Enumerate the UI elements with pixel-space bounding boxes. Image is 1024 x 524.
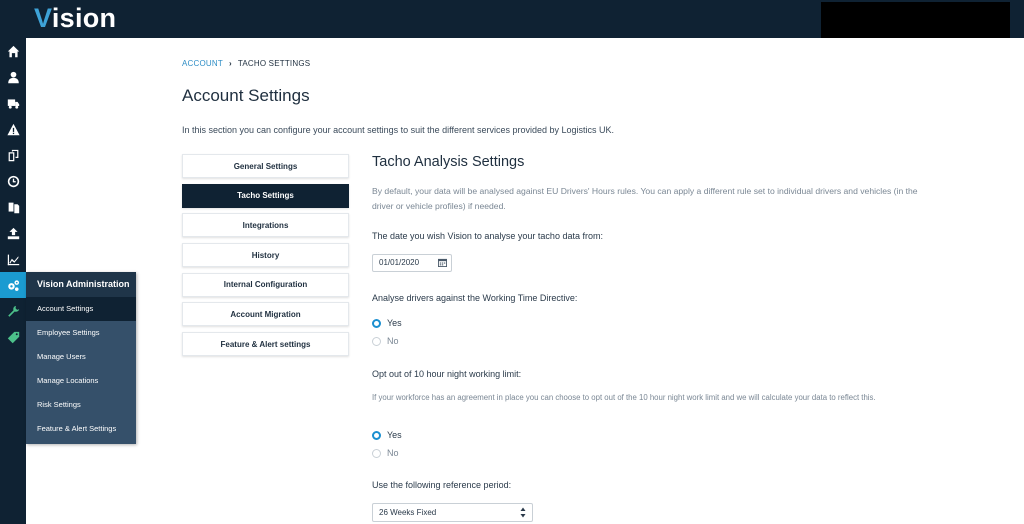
gears-icon[interactable] [0, 272, 26, 298]
wtd-label: Analyse drivers against the Working Time… [372, 293, 578, 303]
flyout-item-manage-users[interactable]: Manage Users [26, 345, 136, 369]
settings-nav: General Settings Tacho Settings Integrat… [182, 154, 349, 362]
section-title: Tacho Analysis Settings [372, 154, 525, 170]
warning-icon[interactable] [0, 116, 26, 142]
nav-feature-alert-settings[interactable]: Feature & Alert settings [182, 332, 349, 357]
section-description: By default, your data will be analysed a… [372, 186, 918, 211]
user-icon[interactable] [0, 64, 26, 90]
radio-dot [372, 336, 381, 346]
reference-period-value: 26 Weeks Fixed [379, 508, 437, 517]
breadcrumb: ACCOUNT › TACHO SETTINGS [182, 59, 310, 68]
nav-history[interactable]: History [182, 243, 349, 268]
analysis-date-value: 01/01/2020 [379, 258, 420, 267]
night-limit-help: If your workforce has an agreement in pl… [372, 393, 876, 402]
flyout-item-account-settings[interactable]: Account Settings [26, 297, 136, 321]
truck-icon[interactable] [0, 90, 26, 116]
radio-dot [372, 430, 381, 440]
flyout-item-manage-locations[interactable]: Manage Locations [26, 369, 136, 393]
analysis-date-label: The date you wish Vision to analyse your… [372, 231, 603, 241]
reference-period-select[interactable]: 26 Weeks Fixed [372, 503, 533, 522]
flyout-item-employee-settings[interactable]: Employee Settings [26, 321, 136, 345]
select-arrows-icon [520, 507, 526, 518]
flyout-item-feature-alert-settings[interactable]: Feature & Alert Settings [26, 417, 136, 441]
files-icon[interactable] [0, 194, 26, 220]
analysis-date-input[interactable]: 01/01/2020 [372, 254, 452, 272]
night-limit-label: Opt out of 10 hour night working limit: [372, 369, 522, 379]
reference-period-label: Use the following reference period: [372, 480, 512, 490]
clock-icon[interactable] [0, 168, 26, 194]
page-intro: In this section you can configure your a… [182, 125, 615, 135]
wrench-icon[interactable] [0, 298, 26, 324]
icon-rail [0, 38, 26, 524]
calendar-icon[interactable] [438, 258, 447, 267]
flyout-item-risk-settings[interactable]: Risk Settings [26, 393, 136, 417]
wtd-no-radio[interactable]: No [372, 336, 399, 346]
top-bar: Vision [0, 0, 1024, 38]
flyout-header: Vision Administration [26, 272, 136, 297]
nav-integrations[interactable]: Integrations [182, 213, 349, 238]
nav-internal-configuration[interactable]: Internal Configuration [182, 272, 349, 297]
nav-tacho-settings[interactable]: Tacho Settings [182, 183, 349, 208]
upload-icon[interactable] [0, 220, 26, 246]
nav-general-settings[interactable]: General Settings [182, 154, 349, 178]
radio-dot [372, 318, 381, 328]
wtd-yes-radio[interactable]: Yes [372, 318, 402, 328]
vision-logo[interactable]: Vision [34, 3, 116, 34]
page-title: Account Settings [182, 86, 310, 105]
breadcrumb-chevron-icon: › [228, 59, 232, 68]
radio-dot [372, 448, 381, 458]
home-icon[interactable] [0, 38, 26, 64]
night-yes-radio[interactable]: Yes [372, 430, 402, 440]
nav-account-migration[interactable]: Account Migration [182, 302, 349, 327]
chart-icon[interactable] [0, 246, 26, 272]
breadcrumb-account-link[interactable]: ACCOUNT [182, 59, 223, 68]
tag-icon[interactable] [0, 324, 26, 350]
documents-icon[interactable] [0, 142, 26, 168]
redacted-user-area [821, 2, 1010, 38]
night-no-radio[interactable]: No [372, 448, 399, 458]
vision-administration-menu: Vision Administration Account Settings E… [26, 272, 136, 444]
breadcrumb-current: TACHO SETTINGS [237, 59, 311, 68]
